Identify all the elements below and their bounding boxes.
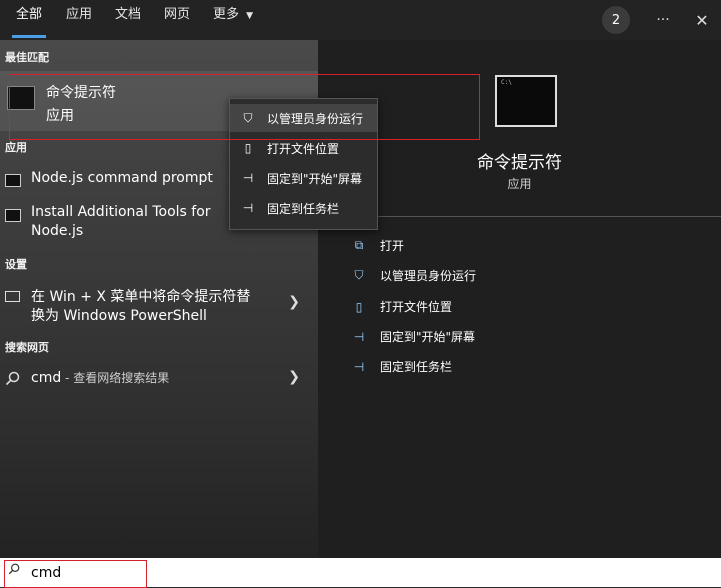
search-icon <box>8 563 20 575</box>
action-label: 打开文件位置 <box>380 300 453 314</box>
action-label: 以管理员身份运行 <box>380 269 477 283</box>
web-search-suffix: - 查看网络搜索结果 <box>61 371 170 385</box>
web-search-query: cmd <box>31 370 62 386</box>
context-menu: ⛉ 以管理员身份运行 ▯ 打开文件位置 ⊣ 固定到"开始"屏幕 ⊣ 固定到任务栏 <box>229 98 378 230</box>
context-item-label: 固定到"开始"屏幕 <box>267 171 363 186</box>
action-open[interactable]: ⧉ 打开 <box>352 237 404 254</box>
chevron-right-icon: ❯ <box>288 369 300 385</box>
pin-icon: ⊣ <box>242 171 254 185</box>
web-search-item[interactable]: cmd - 查看网络搜索结果 ❯ <box>0 365 318 393</box>
account-badge[interactable]: 2 <box>601 0 631 40</box>
tab-apps[interactable]: 应用 <box>66 0 92 40</box>
tab-more-label: 更多 <box>213 7 240 22</box>
apps-heading: 应用 <box>5 141 27 154</box>
badge-count: 2 <box>602 6 630 34</box>
settings-heading: 设置 <box>5 258 27 271</box>
settings-item-line2: 换为 Windows PowerShell <box>31 308 207 324</box>
chevron-down-icon: ▼ <box>246 11 254 21</box>
best-match-title: 命令提示符 <box>46 85 116 101</box>
action-run-as-admin[interactable]: ⛉ 以管理员身份运行 <box>352 267 476 284</box>
best-match-subtitle: 应用 <box>46 108 74 124</box>
search-icon <box>5 371 20 386</box>
close-icon[interactable]: ✕ <box>687 0 717 40</box>
context-item-label: 以管理员身份运行 <box>267 111 364 126</box>
settings-item-line1: 在 Win + X 菜单中将命令提示符替 <box>31 289 251 305</box>
install-tools-icon <box>5 209 21 222</box>
context-item-label: 固定到任务栏 <box>267 201 340 216</box>
app-item-label-line2: Node.js <box>31 223 84 239</box>
context-pin-to-taskbar[interactable]: ⊣ 固定到任务栏 <box>230 194 377 222</box>
chevron-right-icon: ❯ <box>288 294 300 310</box>
monitor-icon <box>5 291 20 302</box>
preview-title: 命令提示符 <box>477 153 562 173</box>
pin-icon: ⊣ <box>242 201 254 215</box>
app-item-label: Node.js command prompt <box>31 170 213 186</box>
preview-subtitle: 应用 <box>507 177 532 191</box>
context-pin-to-start[interactable]: ⊣ 固定到"开始"屏幕 <box>230 164 377 192</box>
tab-web[interactable]: 网页 <box>164 0 190 40</box>
tab-all-label: 全部 <box>16 7 43 22</box>
action-label: 固定到任务栏 <box>380 360 453 374</box>
pin-icon: ⊣ <box>353 359 365 374</box>
file-location-icon: ▯ <box>355 299 363 314</box>
search-bar[interactable]: cmd <box>0 558 721 587</box>
context-item-label: 打开文件位置 <box>267 141 340 156</box>
file-location-icon: ▯ <box>244 141 252 155</box>
tab-documents[interactable]: 文档 <box>115 0 141 40</box>
tab-documents-label: 文档 <box>115 7 142 22</box>
context-open-file-location[interactable]: ▯ 打开文件位置 <box>230 134 377 162</box>
nodejs-prompt-icon <box>5 174 21 187</box>
tab-more[interactable]: 更多 ▼ <box>213 0 253 40</box>
action-pin-to-taskbar[interactable]: ⊣ 固定到任务栏 <box>352 358 452 375</box>
settings-item[interactable]: 在 Win + X 菜单中将命令提示符替 换为 Windows PowerShe… <box>0 282 318 326</box>
action-pin-to-start[interactable]: ⊣ 固定到"开始"屏幕 <box>352 328 475 345</box>
action-label: 固定到"开始"屏幕 <box>380 330 476 344</box>
command-prompt-icon <box>7 86 35 110</box>
preview-panel: 命令提示符 应用 ⧉ 打开 ⛉ 以管理员身份运行 ▯ 打开文件位置 ⊣ 固定到"… <box>318 40 721 558</box>
pin-icon: ⊣ <box>353 329 365 344</box>
top-tab-bar: 全部 应用 文档 网页 更多 ▼ 2 ··· ✕ <box>0 0 721 40</box>
search-input[interactable]: cmd <box>31 565 61 581</box>
open-icon: ⧉ <box>354 238 364 252</box>
shield-icon: ⛉ <box>354 268 364 282</box>
action-label: 打开 <box>380 239 405 253</box>
web-search-heading: 搜索网页 <box>5 341 49 354</box>
best-match-heading: 最佳匹配 <box>5 51 49 64</box>
divider <box>332 216 721 217</box>
tab-apps-label: 应用 <box>66 7 93 22</box>
app-item-label-line1: Install Additional Tools for <box>31 204 211 220</box>
tab-web-label: 网页 <box>164 7 191 22</box>
context-run-as-admin[interactable]: ⛉ 以管理员身份运行 <box>230 104 377 132</box>
more-options-icon[interactable]: ··· <box>648 0 678 40</box>
active-tab-indicator <box>12 35 47 38</box>
command-prompt-large-icon <box>495 75 557 127</box>
shield-icon: ⛉ <box>243 110 253 125</box>
tab-all[interactable]: 全部 <box>12 0 47 40</box>
action-open-file-location[interactable]: ▯ 打开文件位置 <box>352 298 452 315</box>
